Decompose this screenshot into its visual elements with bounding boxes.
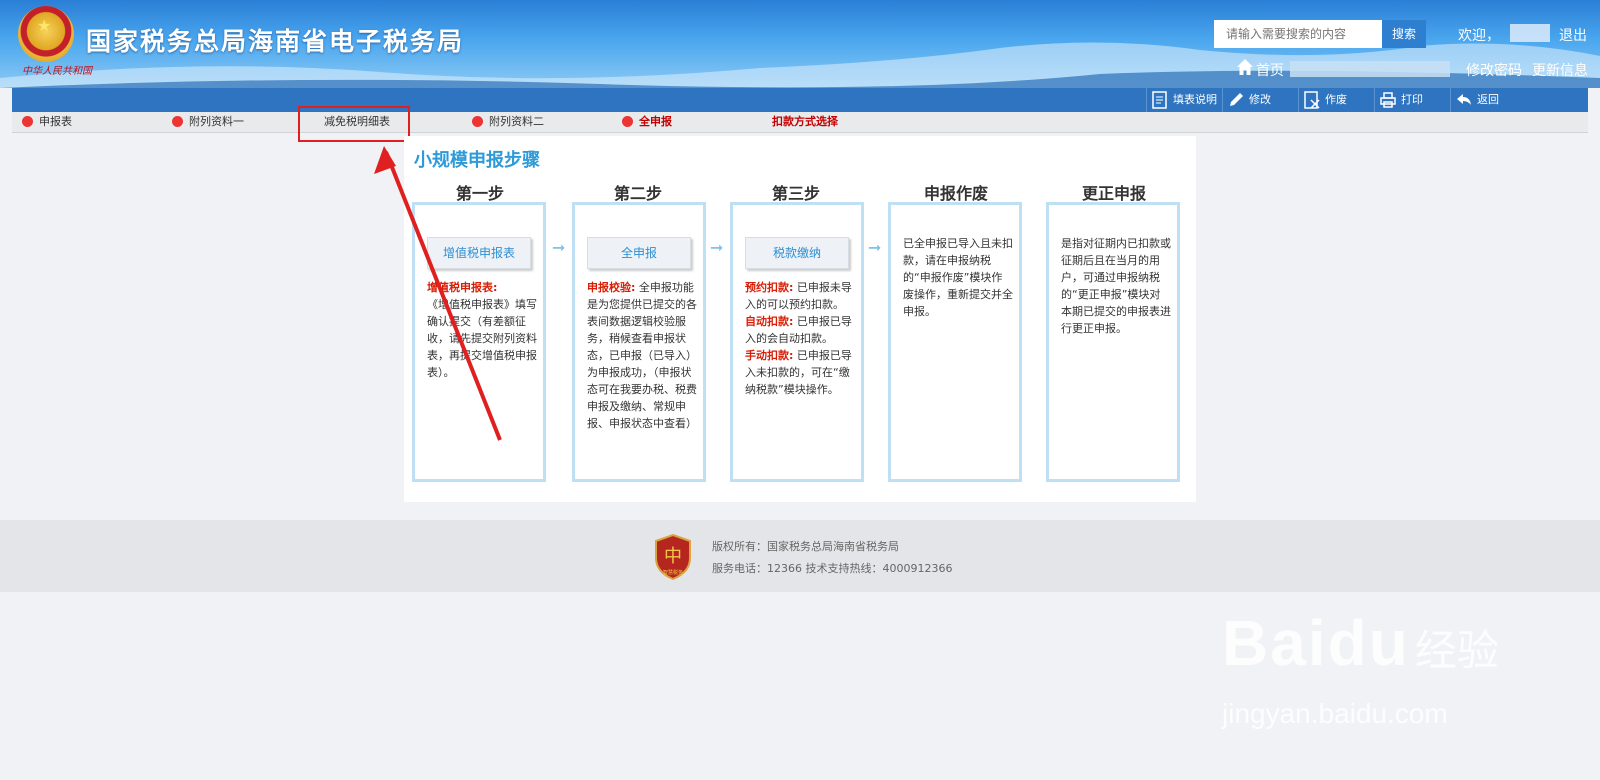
tab-label: 申报表 [39, 115, 72, 128]
back-button[interactable]: 返回 [1450, 88, 1588, 112]
print-button[interactable]: 打印 [1374, 88, 1450, 112]
step-text: 预约扣款: 已申报未导入的可以预约扣款。 自动扣款: 已申报已导入的会自动扣款。… [745, 279, 855, 398]
step-card: 已全申报已导入且未扣款，请在申报纳税的“申报作废”模块作废操作，重新提交并全申报… [888, 202, 1022, 482]
step-text: 申报校验: 全申报功能是为您提供已提交的各表间数据逻辑校验服务，稍候查看申报状态… [587, 279, 697, 432]
step-body: 全申报功能是为您提供已提交的各表间数据逻辑校验服务，稍候查看申报状态，已申报（已… [587, 281, 697, 430]
edit-button[interactable]: 修改 [1222, 88, 1298, 112]
void-label: 作废 [1325, 93, 1347, 106]
void-button[interactable]: 作废 [1298, 88, 1374, 112]
step-strong: 预约扣款: [745, 281, 794, 294]
action-toolbar: 填表说明 修改 作废 打印 返回 [12, 88, 1588, 112]
svg-text:中: 中 [664, 546, 682, 567]
annotation-arrow-icon [374, 146, 502, 441]
step-card: 全申报 申报校验: 全申报功能是为您提供已提交的各表间数据逻辑校验服务，稍候查看… [572, 202, 706, 482]
step-header: 第二步 [613, 184, 662, 203]
welcome-text: 欢迎， [1458, 28, 1500, 44]
form-tabs: 申报表 附列资料一 减免税明细表 附列资料二 全申报 扣款方式选择 [12, 112, 1588, 133]
tab-attachment-one[interactable]: 附列资料一 [172, 115, 244, 129]
flower-icon [622, 115, 633, 127]
back-arrow-icon [1457, 94, 1471, 105]
step-arrow-icon: ➞ [710, 238, 724, 257]
tab-payment-method[interactable]: 扣款方式选择 [772, 115, 838, 129]
change-password-link[interactable]: 修改密码 [1466, 60, 1522, 80]
copyright-text: 版权所有：国家税务总局海南省税务局 [712, 540, 899, 553]
step-text: 已全申报已导入且未扣款，请在申报纳税的“申报作废”模块作废操作，重新提交并全申报… [903, 235, 1013, 320]
flower-icon [472, 115, 483, 127]
fill-guide-label: 填表说明 [1173, 93, 1217, 106]
step-strong: 自动扣款: [745, 315, 794, 328]
edit-label: 修改 [1249, 93, 1271, 106]
step-body: 是指对征期内已扣款或征期后且在当月的用户，可通过申报纳税的“更正申报”模块对本期… [1061, 237, 1171, 335]
step-badge: 全申报 [587, 237, 691, 269]
home-icon[interactable] [1236, 58, 1254, 76]
tab-label: 附列资料二 [489, 115, 544, 128]
logout-link[interactable]: 退出 [1559, 25, 1587, 45]
cancel-doc-icon [1304, 91, 1320, 109]
pencil-icon [1230, 93, 1243, 106]
tab-label: 附列资料一 [189, 115, 244, 128]
baidu-watermark: Baidu 经验 jingyan.baidu.com [1222, 606, 1499, 729]
step-strong: 手动扣款: [745, 349, 794, 362]
highlight-box [298, 106, 410, 142]
flower-icon [22, 115, 33, 127]
step-header: 更正申报 [1081, 184, 1146, 203]
site-header: ★ 中华人民共和国 国家税务总局海南省电子税务局 搜索 欢迎， 退出 首页 修改… [0, 0, 1600, 88]
printer-icon [1380, 92, 1396, 108]
step-strong: 申报校验: [587, 281, 636, 294]
seal-text: 中华人民共和国 [22, 66, 92, 77]
tab-declaration-form[interactable]: 申报表 [22, 115, 72, 129]
tab-label: 全申报 [639, 115, 672, 128]
search-input[interactable] [1214, 20, 1384, 48]
tab-full-declaration[interactable]: 全申报 [622, 115, 672, 129]
username-redacted [1510, 24, 1550, 42]
step-arrow-icon: ➞ [552, 238, 566, 257]
footer-logo-text: 智慧税务 [663, 569, 683, 576]
step-body: 已全申报已导入且未扣款，请在申报纳税的“申报作废”模块作废操作，重新提交并全申报… [903, 237, 1013, 318]
steps-panel: 小规模申报步骤 第一步 增值税申报表 增值税申报表: 《增值税申报表》填写确认提… [404, 136, 1196, 502]
step-arrow-icon: ➞ [868, 238, 882, 257]
home-link[interactable]: 首页 [1256, 60, 1284, 80]
service-phone-text: 服务电话：12366 技术支持热线：4000912366 [712, 562, 953, 575]
step-card: 是指对征期内已扣款或征期后且在当月的用户，可通过申报纳税的“更正申报”模块对本期… [1046, 202, 1180, 482]
fill-guide-button[interactable]: 填表说明 [1146, 88, 1222, 112]
site-title: 国家税务总局海南省电子税务局 [86, 27, 465, 56]
site-footer: 中 智慧税务 版权所有：国家税务总局海南省税务局 服务电话：12366 技术支持… [0, 520, 1600, 592]
step-header: 第三步 [771, 184, 820, 203]
step-header: 申报作废 [923, 184, 988, 203]
back-label: 返回 [1477, 93, 1499, 106]
national-emblem-icon: ★ [18, 6, 74, 62]
flower-icon [172, 115, 183, 127]
step-text: 是指对征期内已扣款或征期后且在当月的用户，可通过申报纳税的“更正申报”模块对本期… [1061, 235, 1171, 337]
watermark-brand: Baidu [1222, 607, 1410, 679]
tab-label: 扣款方式选择 [772, 115, 838, 128]
search-button[interactable]: 搜索 [1382, 20, 1426, 48]
breadcrumb-redacted [1290, 61, 1450, 77]
watermark-url: jingyan.baidu.com [1222, 698, 1448, 729]
document-icon [1152, 91, 1167, 109]
update-info-link[interactable]: 更新信息 [1532, 60, 1588, 80]
step-card: 税款缴纳 预约扣款: 已申报未导入的可以预约扣款。 自动扣款: 已申报已导入的会… [730, 202, 864, 482]
step-badge: 税款缴纳 [745, 237, 849, 269]
watermark-cn: 经验 [1414, 626, 1499, 675]
print-label: 打印 [1401, 93, 1423, 106]
tax-shield-logo-icon: 中 智慧税务 [655, 534, 691, 580]
tab-attachment-two[interactable]: 附列资料二 [472, 115, 544, 129]
